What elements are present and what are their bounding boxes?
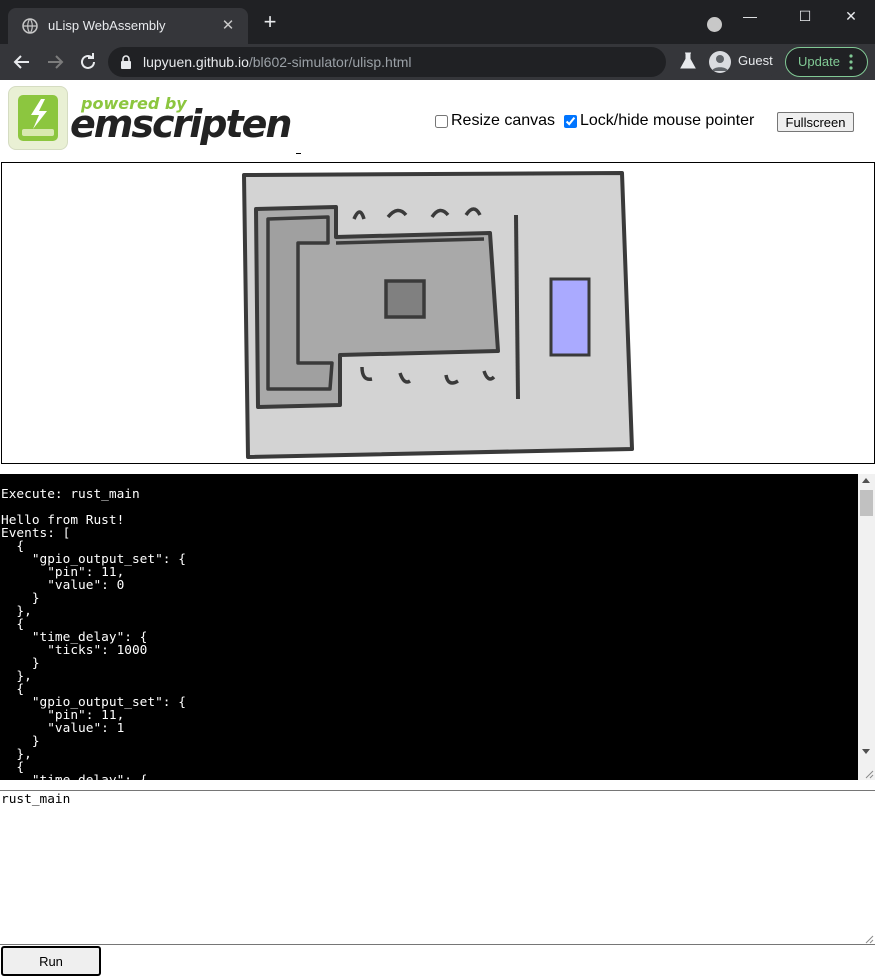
console-output-text: Execute: rust_main Hello from Rust! Even… bbox=[1, 487, 186, 780]
globe-icon bbox=[22, 18, 38, 34]
console-output[interactable]: Execute: rust_main Hello from Rust! Even… bbox=[0, 474, 875, 780]
new-tab-button[interactable]: + bbox=[258, 11, 282, 36]
fullscreen-button[interactable]: Fullscreen bbox=[777, 112, 854, 132]
url-text: lupyuen.github.io/bl602-simulator/ulisp.… bbox=[143, 54, 412, 70]
logo-wordmark: emscripten bbox=[70, 102, 292, 146]
lock-pointer-option[interactable]: Lock/hide mouse pointer bbox=[564, 112, 754, 130]
lock-icon bbox=[121, 55, 131, 69]
output-scrollbar[interactable] bbox=[858, 474, 875, 780]
scroll-up-arrow-icon[interactable] bbox=[862, 478, 870, 483]
tab-close-icon[interactable]: ✕ bbox=[218, 16, 238, 36]
logo-tile bbox=[8, 86, 68, 150]
page-content: powered by emscripten Resize canvas Lock… bbox=[0, 80, 875, 980]
browser-tab[interactable]: uLisp WebAssembly ✕ bbox=[8, 8, 248, 44]
bl602-board-drawing bbox=[242, 171, 634, 459]
resize-grip-icon[interactable] bbox=[864, 769, 874, 779]
textarea-resize-grip-icon[interactable] bbox=[864, 934, 874, 944]
tab-title: uLisp WebAssembly bbox=[48, 18, 166, 33]
lightning-icon bbox=[18, 95, 58, 141]
window-close-button[interactable]: ✕ bbox=[836, 6, 866, 26]
avatar bbox=[709, 51, 731, 73]
menu-dots-icon[interactable] bbox=[849, 53, 853, 71]
labs-flask-icon[interactable] bbox=[680, 52, 696, 70]
browser-tab-bar: uLisp WebAssembly ✕ + — ☐ ✕ bbox=[0, 0, 875, 44]
profile-button[interactable]: Guest bbox=[704, 47, 780, 77]
emscripten-logo[interactable]: powered by emscripten bbox=[8, 86, 292, 152]
resize-canvas-label: Resize canvas bbox=[451, 112, 556, 129]
run-button[interactable]: Run bbox=[1, 946, 101, 976]
url-host: lupyuen.github.io bbox=[143, 54, 249, 70]
minimize-button[interactable]: — bbox=[735, 6, 765, 26]
maximize-button[interactable]: ☐ bbox=[790, 6, 820, 26]
address-bar[interactable]: lupyuen.github.io/bl602-simulator/ulisp.… bbox=[108, 47, 666, 77]
browser-toolbar: lupyuen.github.io/bl602-simulator/ulisp.… bbox=[0, 44, 875, 80]
forward-arrow-icon[interactable] bbox=[43, 50, 67, 74]
spinner bbox=[296, 153, 301, 154]
update-label: Update bbox=[798, 54, 840, 69]
simulator-canvas[interactable] bbox=[1, 162, 875, 464]
lock-pointer-label: Lock/hide mouse pointer bbox=[580, 112, 755, 129]
url-path: /bl602-simulator/ulisp.html bbox=[248, 54, 412, 70]
lock-pointer-checkbox[interactable] bbox=[564, 114, 577, 128]
reload-icon[interactable] bbox=[76, 50, 100, 74]
resize-canvas-checkbox[interactable] bbox=[435, 114, 448, 128]
command-input[interactable] bbox=[0, 790, 875, 945]
back-arrow-icon[interactable] bbox=[10, 50, 34, 74]
update-button[interactable]: Update bbox=[785, 47, 868, 77]
scroll-thumb[interactable] bbox=[860, 490, 873, 516]
scroll-down-arrow-icon[interactable] bbox=[862, 749, 870, 754]
resize-canvas-option[interactable]: Resize canvas bbox=[435, 112, 555, 130]
profile-label: Guest bbox=[738, 53, 773, 68]
tab-search-icon[interactable] bbox=[707, 17, 722, 32]
